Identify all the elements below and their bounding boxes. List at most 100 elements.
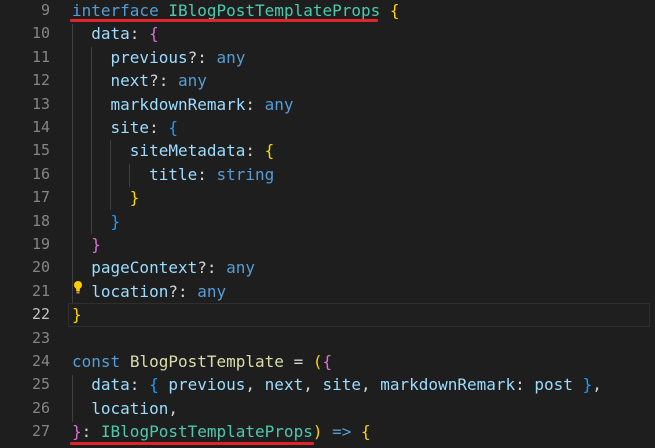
code-token: previous <box>168 375 246 395</box>
code-token: } <box>129 188 140 208</box>
line-number: 9 <box>40 1 50 19</box>
code-token: ?: <box>187 47 217 67</box>
code-text: data: { previous, next, site, markdownRe… <box>72 373 602 396</box>
code-text: } <box>72 186 140 209</box>
code-text: const BlogPostTemplate = ({ <box>72 350 332 373</box>
code-token: site <box>322 375 361 395</box>
code-token: => <box>332 422 352 442</box>
code-token: : <box>515 375 535 395</box>
code-token: data <box>91 375 130 395</box>
line-number: 10 <box>31 24 50 43</box>
line-number: 23 <box>31 328 50 347</box>
code-token: , <box>592 375 602 395</box>
code-line[interactable]: 15 siteMetadata: { <box>0 139 655 162</box>
code-line[interactable]: 23 <box>0 327 655 350</box>
line-number: 18 <box>31 211 50 230</box>
code-token: ?: <box>197 258 227 278</box>
code-line[interactable]: 10 data: { <box>0 22 655 45</box>
code-token: : <box>129 24 150 44</box>
code-token: data <box>91 24 130 44</box>
code-text: } <box>72 233 101 256</box>
code-token: { <box>389 1 400 20</box>
line-number: 12 <box>31 71 50 90</box>
code-token: markdownRemark <box>380 375 516 395</box>
code-token: { <box>149 24 159 44</box>
code-token: : <box>129 375 150 395</box>
line-number: 11 <box>31 47 50 66</box>
code-token: : <box>197 164 217 184</box>
code-line[interactable]: 13 markdownRemark: any <box>0 93 655 116</box>
code-line[interactable]: 22} <box>0 303 655 327</box>
code-line[interactable]: 20 pageContext?: any <box>0 256 655 279</box>
code-line[interactable]: 17 } <box>0 186 655 209</box>
code-token: } <box>91 235 101 254</box>
code-token: any <box>264 94 294 114</box>
code-line[interactable]: 25 data: { previous, next, site, markdow… <box>0 373 655 396</box>
code-text: markdownRemark: any <box>72 93 294 116</box>
code-text: location, <box>72 397 178 420</box>
code-text: previous?: any <box>72 46 246 69</box>
code-editor[interactable]: 9 interface IBlogPostTemplateProps {10 da… <box>0 0 655 448</box>
code-token: interface <box>72 1 159 20</box>
code-token: , <box>361 375 381 395</box>
line-number: 20 <box>31 258 50 277</box>
code-token: : <box>245 141 265 161</box>
code-token: any <box>177 71 207 91</box>
code-line[interactable]: 19 } <box>0 233 655 256</box>
line-number: 13 <box>31 94 50 113</box>
code-token: siteMetadata <box>129 141 246 161</box>
code-text: } <box>72 303 82 326</box>
code-text: title: string <box>72 163 274 186</box>
line-number: 27 <box>31 422 50 441</box>
code-line[interactable]: 12 next?: any <box>0 69 655 92</box>
code-line[interactable]: 14 site: { <box>0 116 655 139</box>
code-line[interactable]: 18 } <box>0 210 655 233</box>
code-text: pageContext?: any <box>72 256 255 279</box>
code-token: { <box>322 352 333 371</box>
code-token: { <box>168 118 178 137</box>
code-text: }: IBlogPostTemplateProps) => { <box>72 420 371 443</box>
code-token: post <box>534 375 573 395</box>
lightbulb-icon[interactable] <box>73 280 83 294</box>
code-token: , <box>168 398 178 418</box>
code-token: { <box>264 141 275 161</box>
code-text: siteMetadata: { <box>72 139 275 162</box>
line-number: 24 <box>31 352 50 370</box>
code-token: BlogPostTemplate <box>129 352 284 371</box>
squiggle-underline <box>70 19 378 22</box>
code-token: const <box>72 352 121 371</box>
line-number: 22 <box>31 305 50 324</box>
code-token: markdownRemark <box>110 94 246 114</box>
squiggle-underline <box>70 442 314 445</box>
code-line[interactable]: 24 const BlogPostTemplate = ({ <box>0 350 655 373</box>
code-token: IBlogPostTemplateProps <box>100 422 313 442</box>
code-token: } <box>582 375 593 395</box>
code-token: = <box>283 352 313 371</box>
code-line[interactable]: 21 location?: any <box>0 280 655 303</box>
line-number: 26 <box>31 398 50 417</box>
code-line[interactable]: 11 previous?: any <box>0 46 655 69</box>
code-line[interactable]: 27 }: IBlogPostTemplateProps) => { <box>0 420 655 443</box>
code-token: } <box>72 305 82 325</box>
code-token: location <box>91 398 169 418</box>
code-text: location?: any <box>72 280 226 303</box>
code-text: data: { <box>72 22 159 45</box>
code-token: : <box>81 422 101 442</box>
code-line[interactable]: 16 title: string <box>0 163 655 186</box>
code-line[interactable]: 26 location, <box>0 397 655 420</box>
code-token: any <box>197 281 227 301</box>
code-token: } <box>72 422 82 442</box>
code-token: next <box>264 375 304 395</box>
